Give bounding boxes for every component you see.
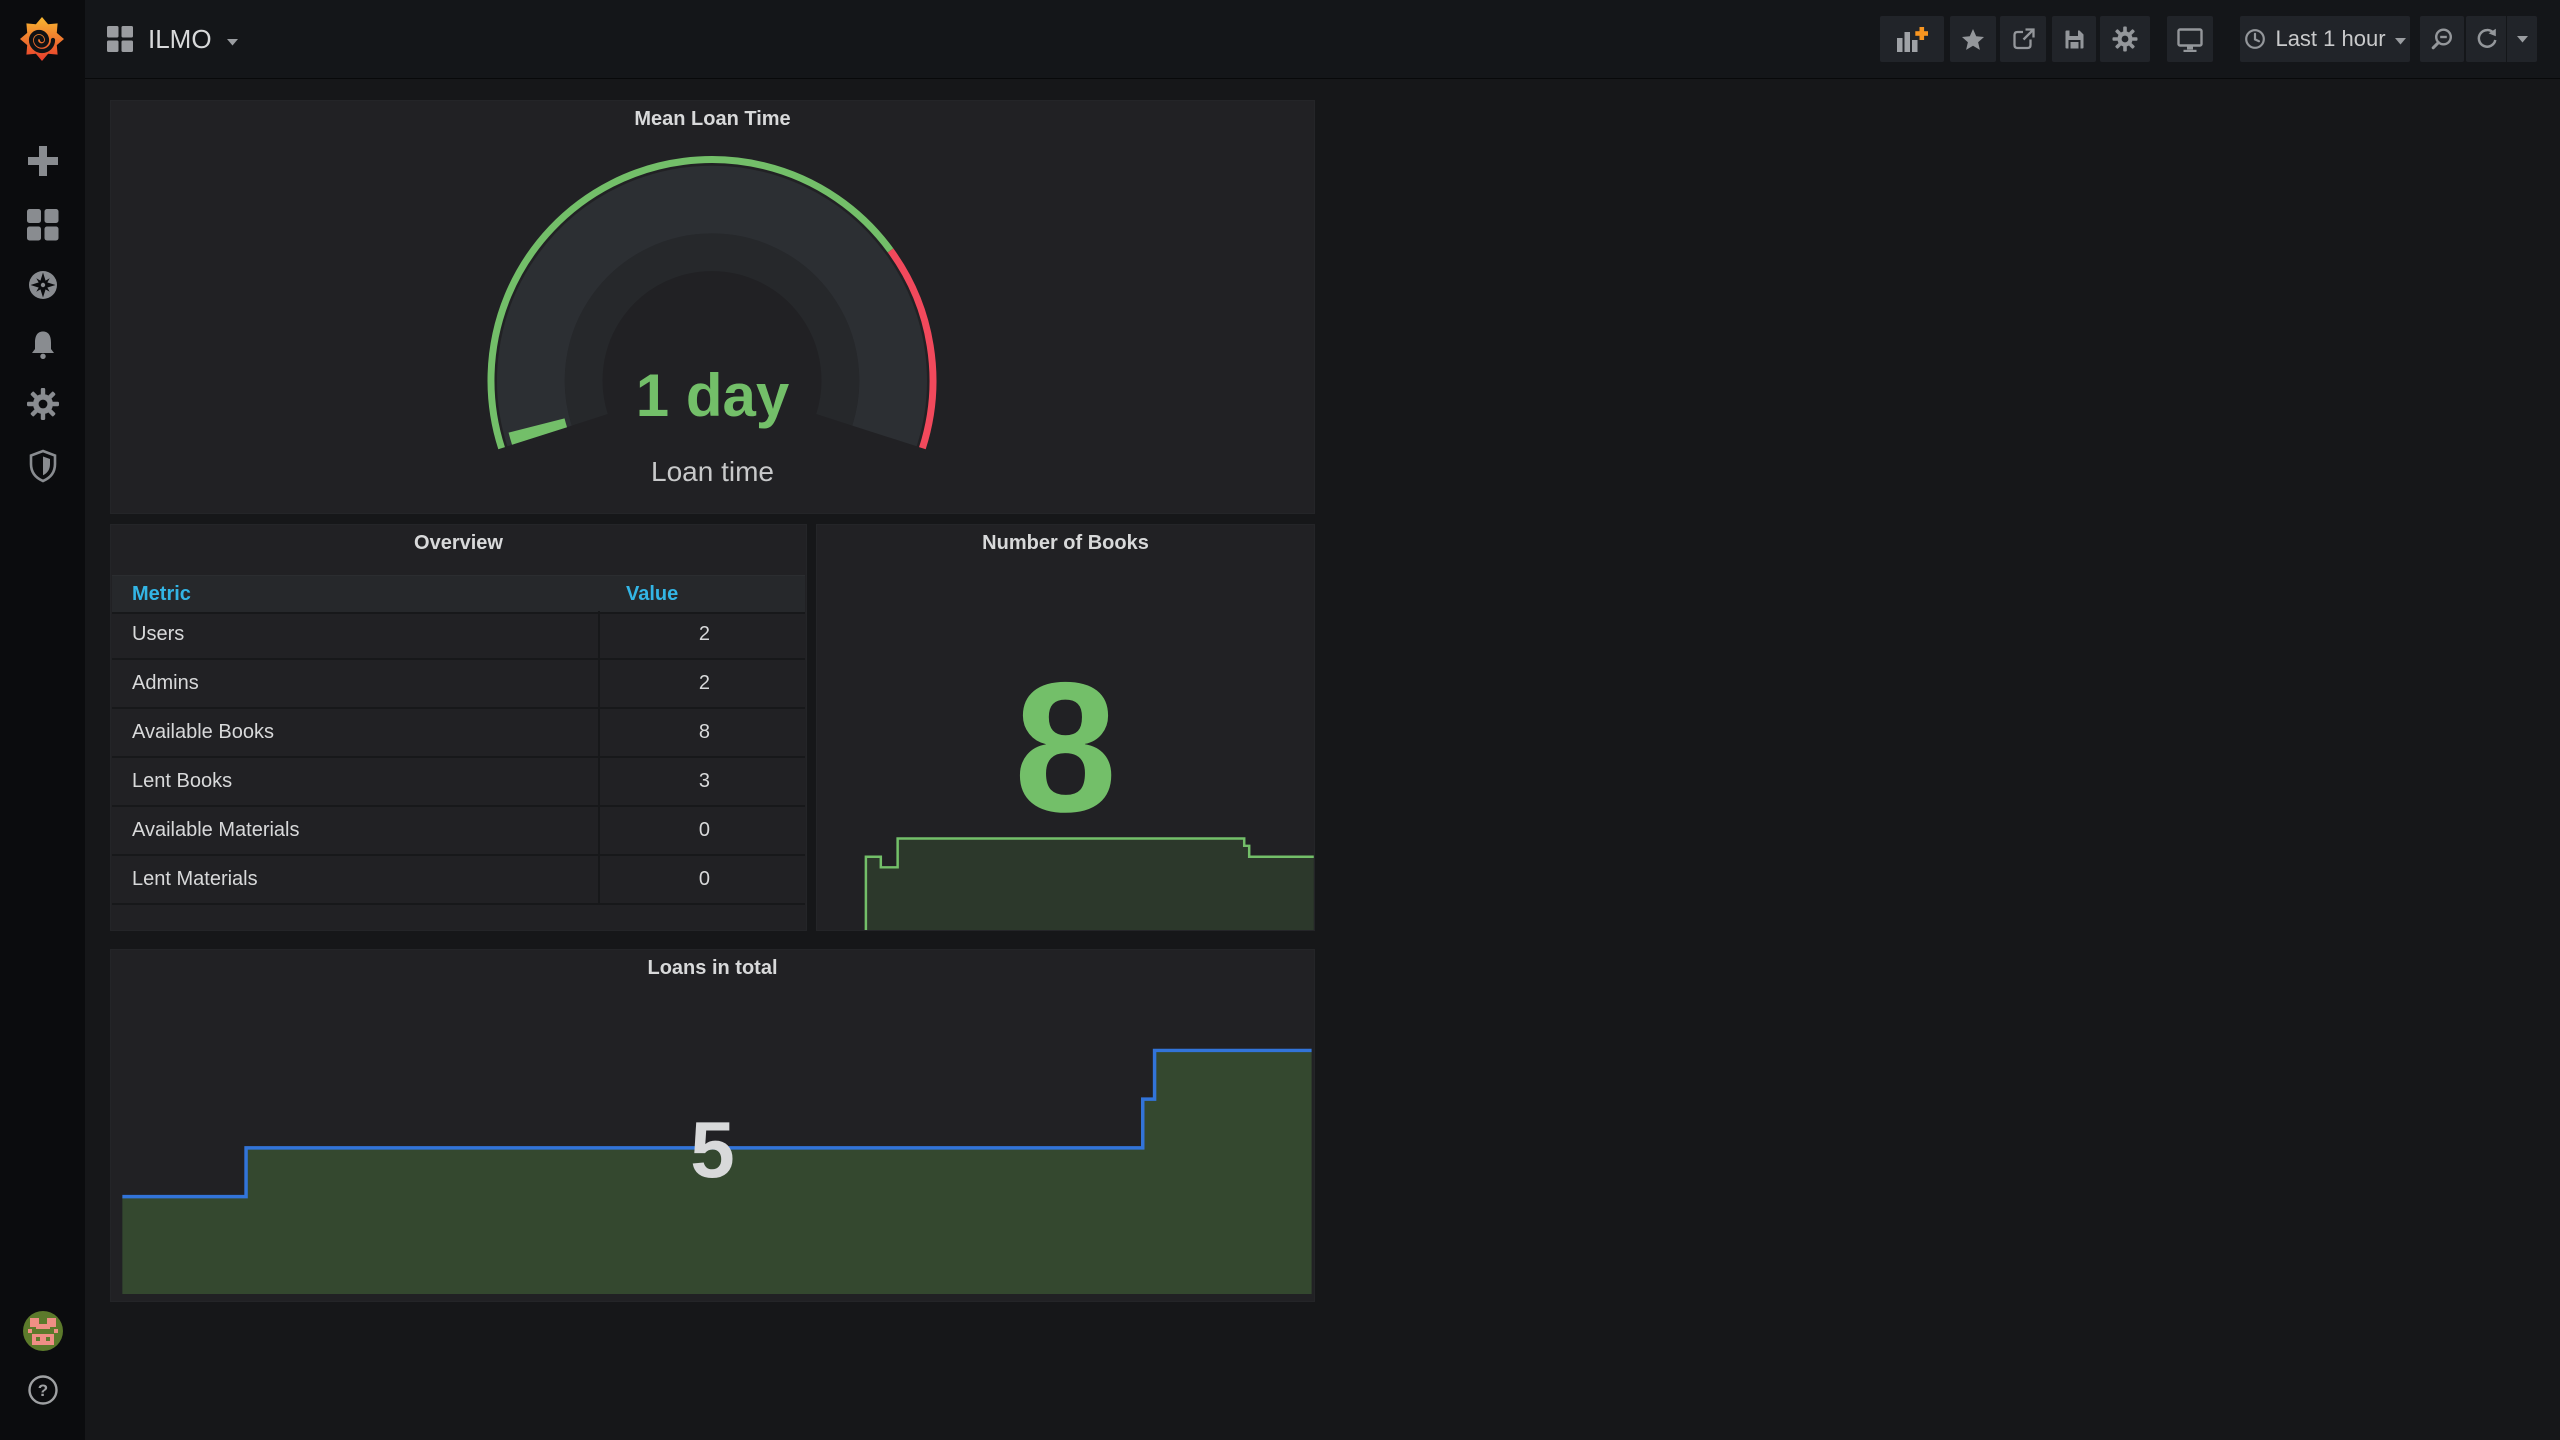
grafana-app: ? ILMO Last 1 hour Mean Loan Time 1 day … <box>0 0 2560 1440</box>
table-row: Lent Books 3 <box>112 758 805 807</box>
value-cell: 8 <box>698 721 710 743</box>
time-range-picker[interactable]: Last 1 hour <box>2240 16 2410 62</box>
dashboard-title[interactable]: ILMO <box>148 24 212 55</box>
clock-icon <box>2245 29 2266 49</box>
help-icon: ? <box>27 1375 58 1405</box>
metric-cell: Admins <box>132 672 199 694</box>
panel-loans-in-total: Loans in total 5 <box>110 949 1315 1302</box>
metric-cell: Lent Materials <box>132 868 258 890</box>
refresh-icon <box>2477 28 2497 48</box>
add-panel-button[interactable] <box>1880 16 1944 62</box>
dashboard-header: ILMO <box>107 0 238 78</box>
table-row: Lent Materials 0 <box>112 856 805 905</box>
gauge-label: Loan time <box>651 456 774 487</box>
stat-value-books: 8 <box>1014 645 1117 851</box>
gear-icon <box>2112 26 2138 52</box>
star-icon <box>1962 28 1984 50</box>
bell-icon <box>31 331 54 359</box>
chevron-down-icon <box>2516 35 2528 42</box>
value-cell: 2 <box>698 672 710 694</box>
panel-number-of-books: Number of Books 8 <box>816 524 1315 931</box>
dashboards-grid-icon <box>26 209 58 241</box>
table-row: Available Books 8 <box>112 709 805 758</box>
value-cell: 0 <box>698 819 710 841</box>
gear-icon <box>26 388 59 420</box>
column-header-metric[interactable]: Metric <box>132 576 191 612</box>
value-cell: 2 <box>698 623 710 645</box>
avatar-image <box>22 1311 63 1351</box>
compass-icon <box>28 271 57 299</box>
save-dashboard-button[interactable] <box>2052 16 2096 62</box>
value-cell: 3 <box>698 770 710 792</box>
books-sparkline-fill <box>865 838 1314 930</box>
dashboard-grid-icon <box>107 26 133 52</box>
user-avatar[interactable] <box>0 1311 85 1351</box>
tv-mode-icon <box>2177 27 2203 52</box>
share-dashboard-button[interactable] <box>2000 16 2046 62</box>
share-icon <box>2012 28 2035 50</box>
sidebar-item-alerting[interactable] <box>0 328 85 362</box>
sidebar: ? <box>0 0 85 1440</box>
refresh-interval-dropdown[interactable] <box>2507 16 2537 62</box>
zoom-out-time-button[interactable] <box>2420 16 2464 62</box>
gauge-value: 1 day <box>635 362 790 429</box>
sidebar-item-create[interactable] <box>0 144 85 178</box>
chevron-down-icon <box>2394 37 2406 44</box>
topbar: ILMO Last 1 hour <box>85 0 2560 78</box>
grafana-logo[interactable] <box>18 15 66 63</box>
metric-cell: Available Books <box>132 721 274 743</box>
sidebar-item-server-admin[interactable] <box>0 448 85 484</box>
gauge-chart <box>487 156 937 450</box>
value-cell: 0 <box>698 868 710 890</box>
panel-mean-loan-time: Mean Loan Time 1 day Loan time <box>110 100 1315 514</box>
svg-text:?: ? <box>37 1381 47 1400</box>
column-divider <box>598 611 600 905</box>
table-row: Available Materials 0 <box>112 807 805 856</box>
dashboard-settings-button[interactable] <box>2100 16 2150 62</box>
stat-value-loans: 5 <box>690 1105 735 1194</box>
zoom-out-icon <box>2431 28 2453 50</box>
table-row: Admins 2 <box>112 660 805 709</box>
sidebar-item-configuration[interactable] <box>0 387 85 421</box>
metric-cell: Lent Books <box>132 770 233 792</box>
table-row: Users 2 <box>112 611 805 660</box>
cycle-view-mode-button[interactable] <box>2167 16 2213 62</box>
add-panel-icon <box>1897 26 1928 52</box>
panel-overview: Overview Metric Value Users 2 Admins 2 A… <box>110 524 807 931</box>
mark-favorite-button[interactable] <box>1950 16 1996 62</box>
table-body: Users 2 Admins 2 Available Books 8 Lent … <box>112 611 805 905</box>
save-icon <box>2065 30 2083 48</box>
chevron-down-icon[interactable] <box>226 38 238 46</box>
help-button[interactable]: ? <box>0 1374 85 1406</box>
metric-cell: Users <box>132 623 185 645</box>
column-header-value[interactable]: Value <box>626 576 678 612</box>
sidebar-item-dashboards[interactable] <box>0 208 85 242</box>
refresh-button[interactable] <box>2466 16 2506 62</box>
plus-icon <box>27 146 58 176</box>
metric-cell: Available Materials <box>132 819 300 841</box>
grafana-flame-icon <box>20 17 64 61</box>
time-range-label: Last 1 hour <box>2275 26 2386 51</box>
shield-icon <box>29 449 56 483</box>
panel-title[interactable]: Overview <box>111 532 806 555</box>
table-header: Metric Value <box>112 575 805 614</box>
sidebar-item-explore[interactable] <box>0 268 85 302</box>
